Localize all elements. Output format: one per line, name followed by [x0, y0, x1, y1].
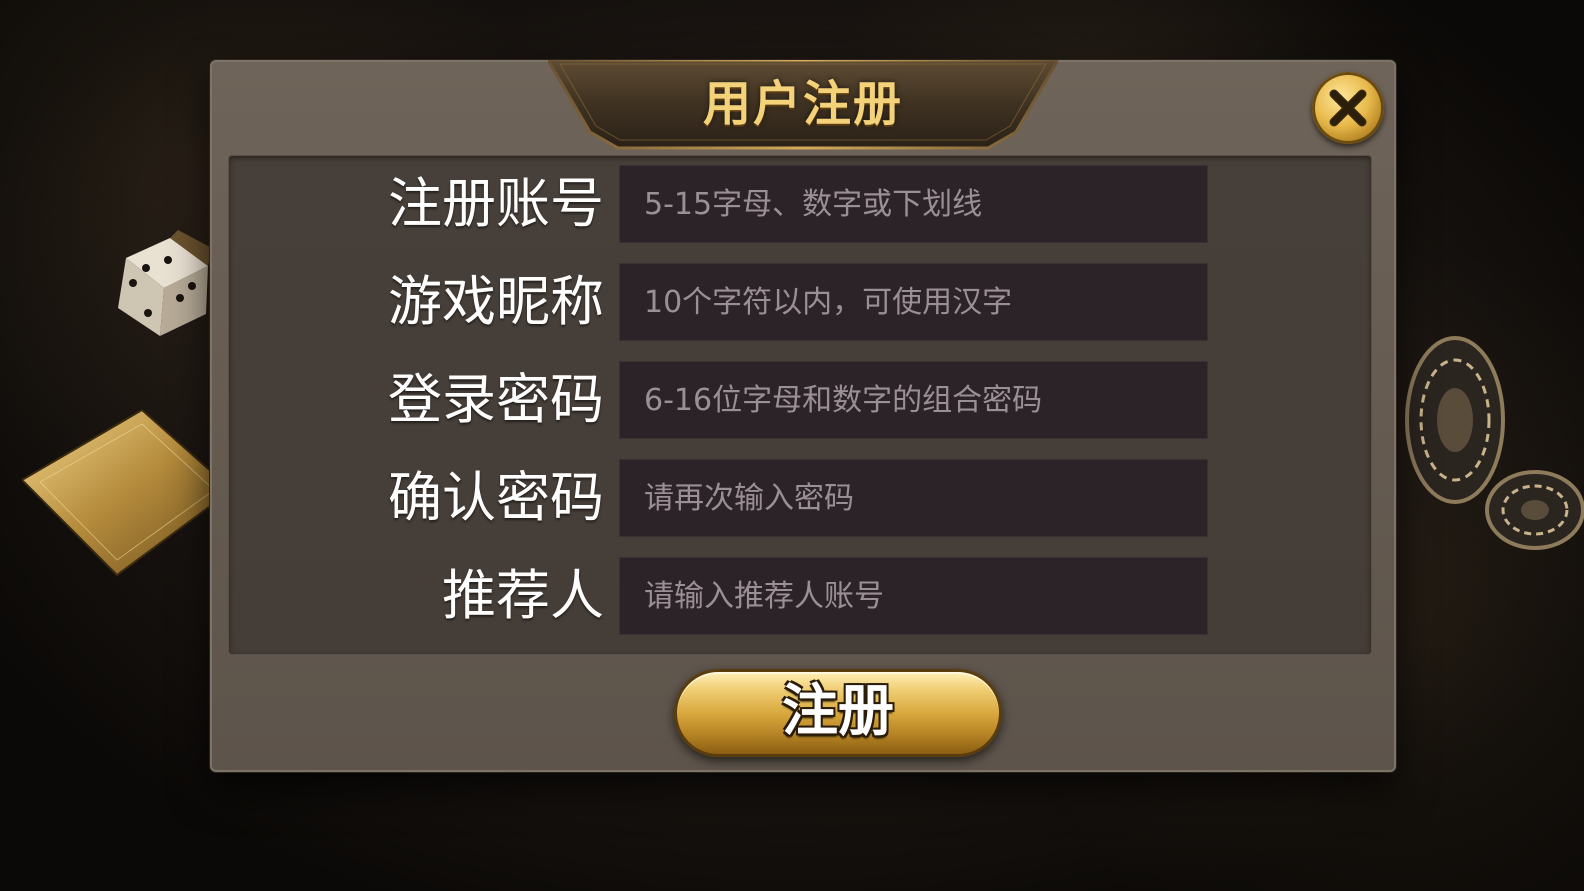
account-input[interactable]: [619, 165, 1208, 243]
register-button-label: 注册: [782, 679, 894, 744]
referrer-label: 推荐人: [442, 564, 604, 627]
password-label: 登录密码: [388, 368, 604, 431]
registration-screen: 用户注册 注册账号 游戏昵称 登录密码 确认密码 推荐人 注册: [0, 0, 1584, 891]
password-input[interactable]: [619, 361, 1208, 439]
close-button[interactable]: [1312, 72, 1384, 144]
form-row-confirm-password: 确认密码: [228, 459, 1372, 537]
nickname-label: 游戏昵称: [388, 270, 604, 333]
playing-card-icon: [22, 410, 232, 577]
form-row-referrer: 推荐人: [228, 557, 1372, 635]
form-row-account: 注册账号: [228, 165, 1372, 243]
form-row-nickname: 游戏昵称: [228, 263, 1372, 341]
confirm-password-input[interactable]: [619, 459, 1208, 537]
close-icon: [1329, 89, 1367, 127]
dialog-title: 用户注册: [702, 76, 903, 132]
dice-icon: [118, 230, 212, 336]
account-label: 注册账号: [388, 172, 604, 235]
nickname-input[interactable]: [619, 263, 1208, 341]
confirm-password-label: 确认密码: [388, 466, 604, 529]
form-row-password: 登录密码: [228, 361, 1372, 439]
casino-chips-icon: [1405, 336, 1584, 550]
register-button[interactable]: 注册: [674, 669, 1002, 757]
referrer-input[interactable]: [619, 557, 1208, 635]
